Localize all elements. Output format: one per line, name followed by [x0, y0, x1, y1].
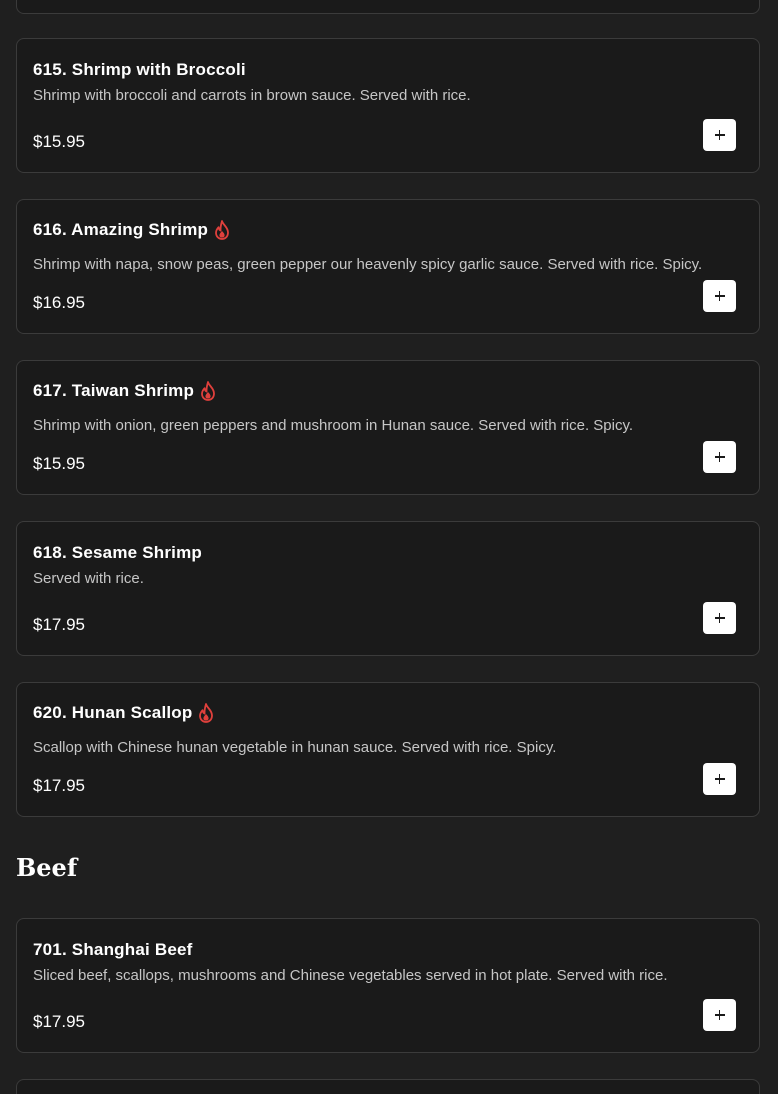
menu-item-title: 620. Hunan Scallop	[33, 703, 193, 722]
section-title-beef: Beef	[16, 853, 78, 882]
menu-item-title: 618. Sesame Shrimp	[33, 543, 202, 562]
menu-item-card[interactable]: 615. Shrimp with Broccoli Shrimp with br…	[16, 38, 760, 173]
menu-item-price: $17.95	[33, 615, 85, 634]
menu-item-card[interactable]: 616. Amazing Shrimp Shrimp with napa, sn…	[16, 199, 760, 334]
menu-item-price: $17.95	[33, 776, 85, 795]
menu-page: 615. Shrimp with Broccoli Shrimp with br…	[0, 0, 778, 1094]
menu-item-price: $15.95	[33, 454, 85, 473]
plus-icon	[714, 774, 725, 784]
menu-item-card[interactable]: 620. Hunan Scallop Scallop with Chinese …	[16, 682, 760, 817]
menu-item-price: $15.95	[33, 132, 85, 151]
menu-item-description: Scallop with Chinese hunan vegetable in …	[33, 739, 557, 756]
plus-icon	[714, 291, 725, 301]
menu-item-title: 616. Amazing Shrimp	[33, 220, 209, 239]
menu-item-title-row: 615. Shrimp with Broccoli	[33, 60, 246, 80]
menu-item-card[interactable]: 617. Taiwan Shrimp Shrimp with onion, gr…	[16, 360, 760, 495]
menu-item-title-row: 618. Sesame Shrimp	[33, 543, 202, 563]
menu-item-card-partial[interactable]	[16, 1079, 760, 1094]
plus-icon	[714, 613, 725, 623]
menu-item-description: Shrimp with napa, snow peas, green peppe…	[33, 256, 703, 273]
plus-icon	[714, 1010, 725, 1020]
add-to-cart-button[interactable]	[703, 602, 736, 634]
menu-item-title-row: 617. Taiwan Shrimp	[33, 381, 216, 401]
menu-item-card[interactable]: 701. Shanghai Beef Sliced beef, scallops…	[16, 918, 760, 1053]
menu-item-price: $17.95	[33, 1012, 85, 1031]
menu-item-title: 701. Shanghai Beef	[33, 940, 193, 959]
menu-item-description: Sliced beef, scallops, mushrooms and Chi…	[33, 967, 668, 984]
menu-item-card-partial[interactable]	[16, 0, 760, 14]
menu-item-description: Served with rice.	[33, 570, 144, 587]
menu-item-title-row: 620. Hunan Scallop	[33, 703, 214, 723]
menu-item-title-row: 616. Amazing Shrimp	[33, 220, 230, 240]
flame-icon	[199, 703, 214, 723]
add-to-cart-button[interactable]	[703, 441, 736, 473]
plus-icon	[714, 452, 725, 462]
menu-item-price: $16.95	[33, 293, 85, 312]
menu-item-title: 617. Taiwan Shrimp	[33, 381, 195, 400]
plus-icon	[714, 130, 725, 140]
menu-item-description: Shrimp with broccoli and carrots in brow…	[33, 87, 471, 104]
menu-item-title-row: 701. Shanghai Beef	[33, 940, 193, 960]
add-to-cart-button[interactable]	[703, 280, 736, 312]
add-to-cart-button[interactable]	[703, 119, 736, 151]
flame-icon	[201, 381, 215, 401]
menu-item-description: Shrimp with onion, green peppers and mus…	[33, 417, 634, 434]
add-to-cart-button[interactable]	[703, 763, 736, 795]
menu-item-card[interactable]: 618. Sesame Shrimp Served with rice. $17…	[16, 521, 760, 656]
flame-icon	[215, 220, 230, 240]
menu-item-title: 615. Shrimp with Broccoli	[33, 60, 246, 79]
add-to-cart-button[interactable]	[703, 999, 736, 1031]
